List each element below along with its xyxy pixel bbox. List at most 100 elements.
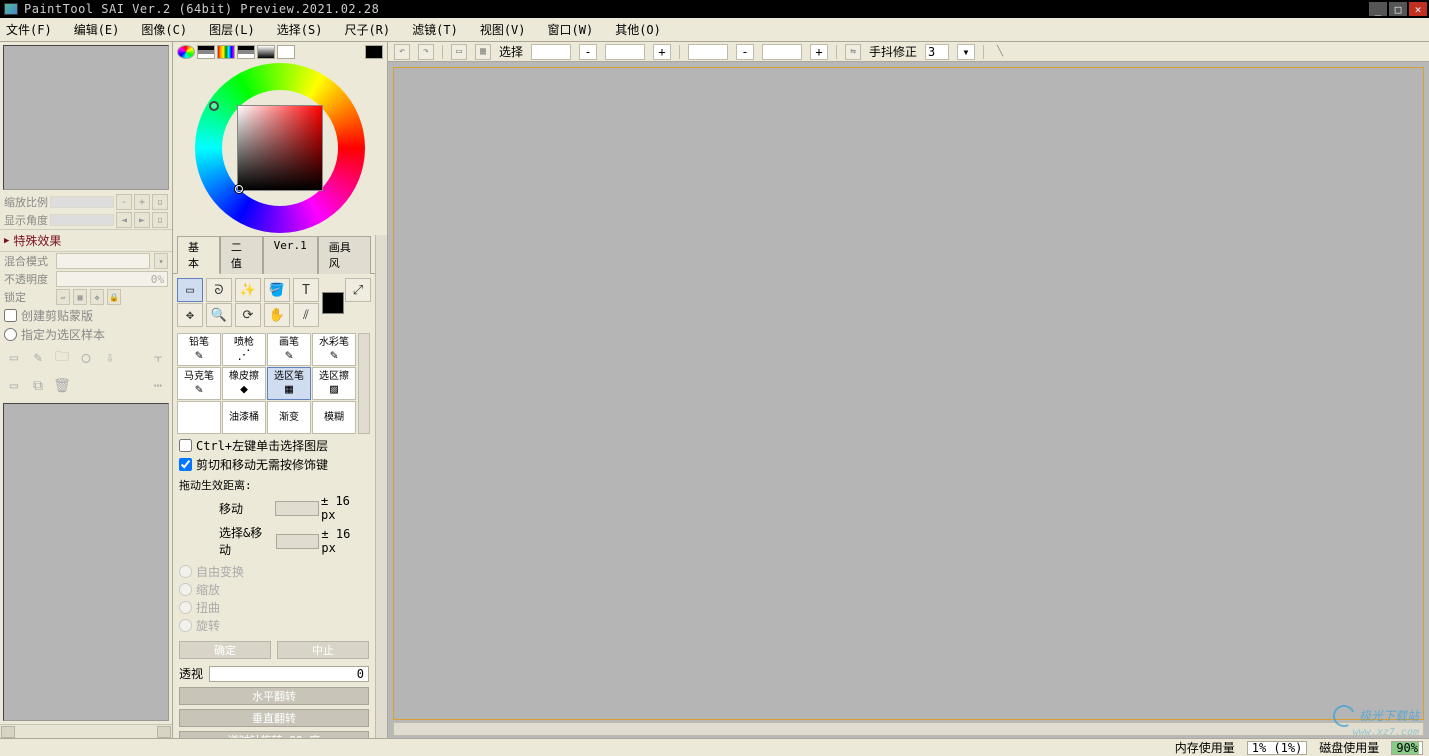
- zoom-out-button[interactable]: -: [116, 194, 132, 210]
- ang-field-2[interactable]: [762, 44, 802, 60]
- brush-模糊[interactable]: 模糊: [312, 401, 356, 434]
- perspective-input[interactable]: 0: [209, 666, 369, 682]
- undo-icon[interactable]: ↶: [394, 44, 410, 60]
- angle-reset-button[interactable]: ▫: [152, 212, 168, 228]
- duplicate-layer-icon[interactable]: ⧉: [28, 376, 48, 396]
- navigator-preview[interactable]: [3, 45, 169, 190]
- flip-v-button[interactable]: 垂直翻转: [179, 709, 369, 727]
- xform-distort-radio[interactable]: [179, 601, 192, 614]
- delete-layer-icon[interactable]: 🗑: [52, 376, 72, 396]
- brush-empty[interactable]: [177, 401, 221, 434]
- selmove-dist-input[interactable]: [276, 534, 320, 549]
- zoom-reset-button[interactable]: ▫: [152, 194, 168, 210]
- tab-ver1[interactable]: Ver.1: [263, 236, 318, 274]
- clip-mask-checkbox[interactable]: [4, 309, 17, 322]
- redo-icon[interactable]: ↷: [418, 44, 434, 60]
- menu-other[interactable]: 其他(O): [615, 21, 661, 38]
- midpanel-scrollbar[interactable]: [375, 235, 387, 738]
- sel-sample-radio[interactable]: [4, 328, 17, 341]
- swatch-tab-icon[interactable]: [257, 45, 275, 59]
- sel-field-2[interactable]: [605, 44, 645, 60]
- gray-slider-tab-icon[interactable]: [237, 45, 255, 59]
- ang-plus-button[interactable]: +: [810, 44, 828, 60]
- menu-view[interactable]: 视图(V): [480, 21, 526, 38]
- blend-dropdown-icon[interactable]: ▾: [154, 253, 168, 269]
- layer-list[interactable]: [3, 403, 169, 721]
- fg-color-chip[interactable]: [365, 45, 383, 59]
- new-layer-icon[interactable]: ▭: [4, 348, 24, 368]
- hand-tool[interactable]: ✋: [264, 303, 290, 327]
- lock-none-icon[interactable]: ▱: [56, 289, 70, 305]
- menu-layer[interactable]: 图层(L): [209, 21, 255, 38]
- brush-喷枪[interactable]: 喷枪⋰: [222, 333, 266, 366]
- new-folder-icon[interactable]: 🗀: [52, 348, 72, 368]
- blend-mode-select[interactable]: [56, 253, 150, 269]
- fx-section-toggle[interactable]: 特殊效果: [0, 229, 172, 252]
- brush-画笔[interactable]: 画笔✎: [267, 333, 311, 366]
- wand-tool[interactable]: ✨: [235, 278, 261, 302]
- ang-field[interactable]: [688, 44, 728, 60]
- brush-scrollbar[interactable]: [358, 333, 370, 434]
- canvas-hscrollbar[interactable]: [393, 722, 1424, 736]
- transform-cancel-button[interactable]: 中止: [277, 641, 369, 659]
- brush-选区笔[interactable]: 选区笔▦: [267, 367, 311, 400]
- menu-edit[interactable]: 编辑(E): [74, 21, 120, 38]
- rotate-90-button[interactable]: 逆时针旋转 90 度: [179, 731, 369, 738]
- invert-sel-icon[interactable]: ▦: [475, 44, 491, 60]
- fg-swatch[interactable]: [322, 292, 344, 314]
- cut-move-checkbox[interactable]: [179, 458, 192, 471]
- deselect-icon[interactable]: ▭: [451, 44, 467, 60]
- sel-minus-button[interactable]: -: [579, 44, 597, 60]
- color-wheel-tab-icon[interactable]: [177, 45, 195, 59]
- merge-icon[interactable]: ⫟: [148, 348, 168, 368]
- rgb-slider-tab-icon[interactable]: [197, 45, 215, 59]
- tab-paint[interactable]: 画具风: [318, 236, 371, 274]
- hsv-slider-tab-icon[interactable]: [217, 45, 235, 59]
- menu-ruler[interactable]: 尺子(R): [344, 21, 390, 38]
- zoom-slider[interactable]: [50, 196, 114, 208]
- stabilizer-value[interactable]: 3: [925, 44, 949, 60]
- bucket-tool[interactable]: 🪣: [264, 278, 290, 302]
- xform-scale-radio[interactable]: [179, 583, 192, 596]
- opacity-value[interactable]: 0%: [56, 271, 168, 287]
- sv-square[interactable]: [237, 105, 323, 191]
- ctrl-click-layer-checkbox[interactable]: [179, 439, 192, 452]
- eyedropper-tool[interactable]: ⫽: [293, 303, 319, 327]
- transform-ok-button[interactable]: 确定: [179, 641, 271, 659]
- xform-rotate-radio[interactable]: [179, 619, 192, 632]
- angle-slider[interactable]: [50, 214, 114, 226]
- rotate-tool[interactable]: ⟳: [235, 303, 261, 327]
- xform-free-radio[interactable]: [179, 565, 192, 578]
- text-tool[interactable]: T: [293, 278, 319, 302]
- sel-plus-button[interactable]: +: [653, 44, 671, 60]
- transfer-icon[interactable]: ⇩: [100, 348, 120, 368]
- line-tool-icon[interactable]: ╲: [992, 44, 1008, 60]
- lasso-tool[interactable]: ᘐ: [206, 278, 232, 302]
- scratchpad-tab-icon[interactable]: [277, 45, 295, 59]
- move-tool[interactable]: ✥: [177, 303, 203, 327]
- canvas[interactable]: [393, 67, 1424, 720]
- clear-layer-icon[interactable]: ▭: [4, 376, 24, 396]
- menu-window[interactable]: 窗口(W): [548, 21, 594, 38]
- brush-渐变[interactable]: 渐变: [267, 401, 311, 434]
- zoom-in-button[interactable]: +: [134, 194, 150, 210]
- menu-image[interactable]: 图像(C): [141, 21, 187, 38]
- menu-select[interactable]: 选择(S): [277, 21, 323, 38]
- maximize-button[interactable]: □: [1389, 2, 1407, 16]
- menu-filter[interactable]: 滤镜(T): [412, 21, 458, 38]
- brush-橡皮擦[interactable]: 橡皮擦◆: [222, 367, 266, 400]
- brush-水彩笔[interactable]: 水彩笔✎: [312, 333, 356, 366]
- hue-cursor[interactable]: [209, 101, 219, 111]
- tab-basic[interactable]: 基本: [177, 236, 220, 274]
- brush-选区擦[interactable]: 选区擦▨: [312, 367, 356, 400]
- close-button[interactable]: ✕: [1409, 2, 1427, 16]
- angle-cw-button[interactable]: ►: [134, 212, 150, 228]
- left-hscroll[interactable]: [0, 724, 172, 738]
- lock-pixel-icon[interactable]: ▦: [73, 289, 87, 305]
- minimize-button[interactable]: _: [1369, 2, 1387, 16]
- layer-menu-icon[interactable]: ⋯: [148, 376, 168, 396]
- flip-h-button[interactable]: 水平翻转: [179, 687, 369, 705]
- stabilizer-dropdown-icon[interactable]: ▾: [957, 44, 975, 60]
- brush-油漆桶[interactable]: 油漆桶: [222, 401, 266, 434]
- new-linework-icon[interactable]: ✎: [28, 348, 48, 368]
